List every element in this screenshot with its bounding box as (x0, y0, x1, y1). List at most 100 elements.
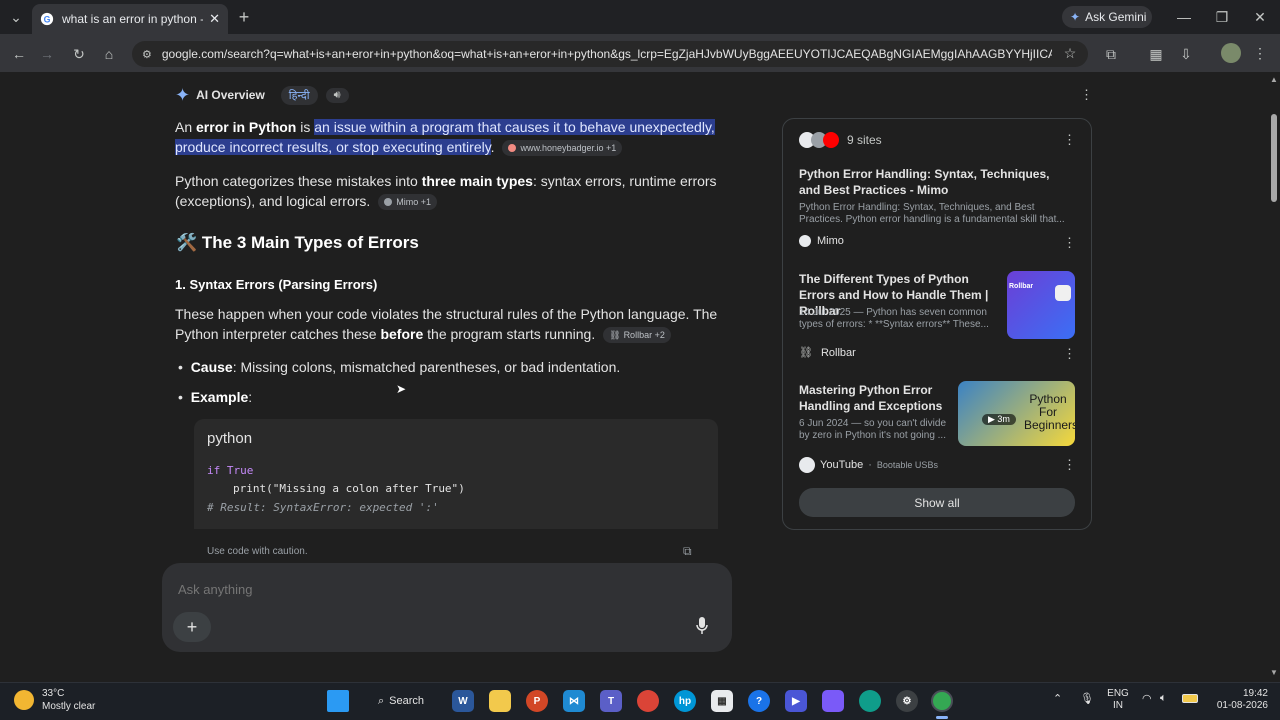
reload-button[interactable]: ↻ (68, 43, 90, 65)
bold-text: before (380, 326, 424, 342)
citation-chip[interactable]: Mimo +1 (378, 194, 437, 211)
chip-label: www.honeybadger.io +1 (520, 143, 617, 154)
overview-menu-icon[interactable]: ⋮ (1080, 87, 1093, 103)
microphone-icon[interactable] (695, 616, 709, 636)
bookmark-star-icon[interactable]: ☆ (1060, 43, 1080, 63)
maximize-button[interactable]: ❐ (1210, 8, 1234, 26)
bullet-dot: • (178, 389, 183, 405)
source-1-site[interactable]: Mimo (799, 235, 844, 247)
text: ) (458, 482, 465, 495)
ask-gemini-label: Ask Gemini (1085, 10, 1147, 24)
browser-tab[interactable]: G what is an error in python - Goo ✕ (32, 4, 228, 34)
source-3-menu-icon[interactable]: ⋮ (1063, 457, 1076, 473)
close-tab-icon[interactable]: ✕ (209, 11, 220, 27)
string: "Missing a colon after True" (272, 482, 459, 495)
chrome-active-icon[interactable] (931, 690, 953, 712)
svg-text:G: G (44, 15, 51, 25)
chrome-icon[interactable] (637, 690, 659, 712)
taskbar-search[interactable]: ⌕ Search (366, 689, 436, 713)
text: Python interpreter catches these (175, 326, 381, 342)
weather-widget[interactable]: 33°C Mostly clear (14, 687, 95, 713)
volume-icon[interactable]: 🔈︎ (1160, 692, 1167, 705)
sources-menu-icon[interactable]: ⋮ (1063, 132, 1076, 148)
tray-expand-icon[interactable]: ⌃ (1053, 692, 1062, 705)
text: is (296, 119, 315, 135)
source-2-thumbnail[interactable]: Rollbar (1007, 271, 1075, 339)
code-language: python (207, 430, 253, 447)
scrollbar-thumb[interactable] (1271, 114, 1277, 202)
video-duration: ▶ 3m (982, 414, 1016, 425)
site-info-icon[interactable]: ⚙ (142, 48, 152, 61)
minimize-button[interactable]: — (1172, 8, 1196, 26)
keyword: if (207, 464, 221, 477)
speaker-icon[interactable]: 🔊︎ (325, 87, 349, 103)
word-icon[interactable]: W (452, 690, 474, 712)
scroll-down-icon[interactable]: ▼ (1270, 668, 1278, 677)
ai-overview-label: AI Overview (196, 88, 265, 102)
downloads-icon[interactable]: ⇩ (1175, 43, 1197, 65)
thumbnail-label: Python For Beginners (1024, 392, 1075, 432)
citation-chip[interactable]: ⛓︎ Rollbar +2 (603, 327, 671, 344)
powerpoint-icon[interactable]: P (526, 690, 548, 712)
show-all-button[interactable]: Show all (799, 488, 1075, 517)
ai-overview-header: ✦ AI Overview हिन्दी 🔊︎ (175, 85, 349, 105)
gemini-sparkle-icon: ✦ (175, 84, 191, 105)
hp-icon[interactable]: hp (674, 690, 696, 712)
wifi-icon[interactable]: ◠ (1142, 692, 1152, 705)
text: : (248, 389, 253, 405)
copy-code-icon[interactable]: ⧉ (683, 544, 692, 559)
help-icon[interactable]: ? (748, 690, 770, 712)
store-icon[interactable]: ▦ (711, 690, 733, 712)
edge-icon[interactable] (859, 690, 881, 712)
source-3-thumbnail[interactable]: Python For Beginners ▶ 3m (958, 381, 1075, 446)
code-line-3: # Result: SyntaxError: expected ':' (207, 501, 439, 514)
battery-icon[interactable] (1182, 694, 1198, 703)
source-3-site[interactable]: YouTube · Bootable USBs (799, 457, 938, 473)
search-icon: ⌕ (378, 694, 385, 707)
add-button[interactable]: + (173, 612, 211, 642)
bold-text: Example (190, 389, 249, 405)
code-line-1: if True (207, 464, 253, 477)
hindi-toggle[interactable]: हिन्दी (280, 85, 318, 105)
home-button[interactable]: ⌂ (98, 43, 120, 65)
overview-paragraph-1: An error in Python is an issue within a … (175, 117, 735, 137)
file-explorer-icon[interactable] (489, 690, 511, 712)
source-2-site[interactable]: ⛓︎ Rollbar (799, 346, 856, 360)
tab-search-button[interactable]: ⌄ (6, 8, 26, 26)
source-1-menu-icon[interactable]: ⋮ (1063, 235, 1076, 251)
ask-gemini-button[interactable]: ✦ Ask Gemini (1062, 6, 1152, 28)
close-window-button[interactable]: ✕ (1248, 8, 1272, 26)
new-tab-button[interactable]: + (234, 7, 254, 27)
teams-icon[interactable]: T (600, 690, 622, 712)
source-2-menu-icon[interactable]: ⋮ (1063, 346, 1076, 362)
tab-groups-icon[interactable]: ▦ (1145, 43, 1167, 65)
extensions-icon[interactable]: ⧉ (1100, 43, 1122, 65)
address-bar[interactable]: ⚙ google.com/search?q=what+is+an+eror+in… (132, 41, 1088, 67)
forward-button[interactable]: → (36, 43, 58, 65)
text: : Missing colons, mismatched parentheses… (232, 359, 621, 375)
source-name: YouTube (820, 459, 864, 471)
source-3-title[interactable]: Mastering Python Error Handling and Exce… (799, 382, 949, 414)
clock[interactable]: 19:42 01-08-2026 (1208, 688, 1268, 712)
gemini-icon: ✦ (1070, 10, 1081, 24)
windows-start-icon[interactable] (327, 690, 349, 712)
vscode-icon[interactable]: ⋈ (563, 690, 585, 712)
language-indicator[interactable]: ENG IN (1104, 688, 1132, 712)
scroll-up-icon[interactable]: ▲ (1270, 75, 1278, 84)
sources-header[interactable]: 9 sites (799, 131, 882, 149)
source-1-title[interactable]: Python Error Handling: Syntax, Technique… (799, 166, 1069, 198)
profile-avatar[interactable] (1221, 43, 1241, 63)
mimo-icon (799, 235, 811, 247)
copilot-icon[interactable] (822, 690, 844, 712)
honeybadger-icon (508, 144, 517, 153)
back-button[interactable]: ← (8, 43, 30, 65)
tray-mic-icon[interactable]: 🎙︎ (1080, 692, 1094, 705)
mimo-icon (384, 198, 393, 207)
citation-chip[interactable]: www.honeybadger.io +1 (502, 140, 623, 157)
media-app-icon[interactable]: ▶ (785, 690, 807, 712)
menu-kebab-icon[interactable]: ⋮ (1252, 43, 1268, 63)
settings-gear-icon[interactable]: ⚙ (896, 690, 918, 712)
ask-input[interactable] (178, 578, 698, 600)
google-icon: G (40, 12, 54, 26)
link-icon: ⛓︎ (609, 330, 621, 341)
